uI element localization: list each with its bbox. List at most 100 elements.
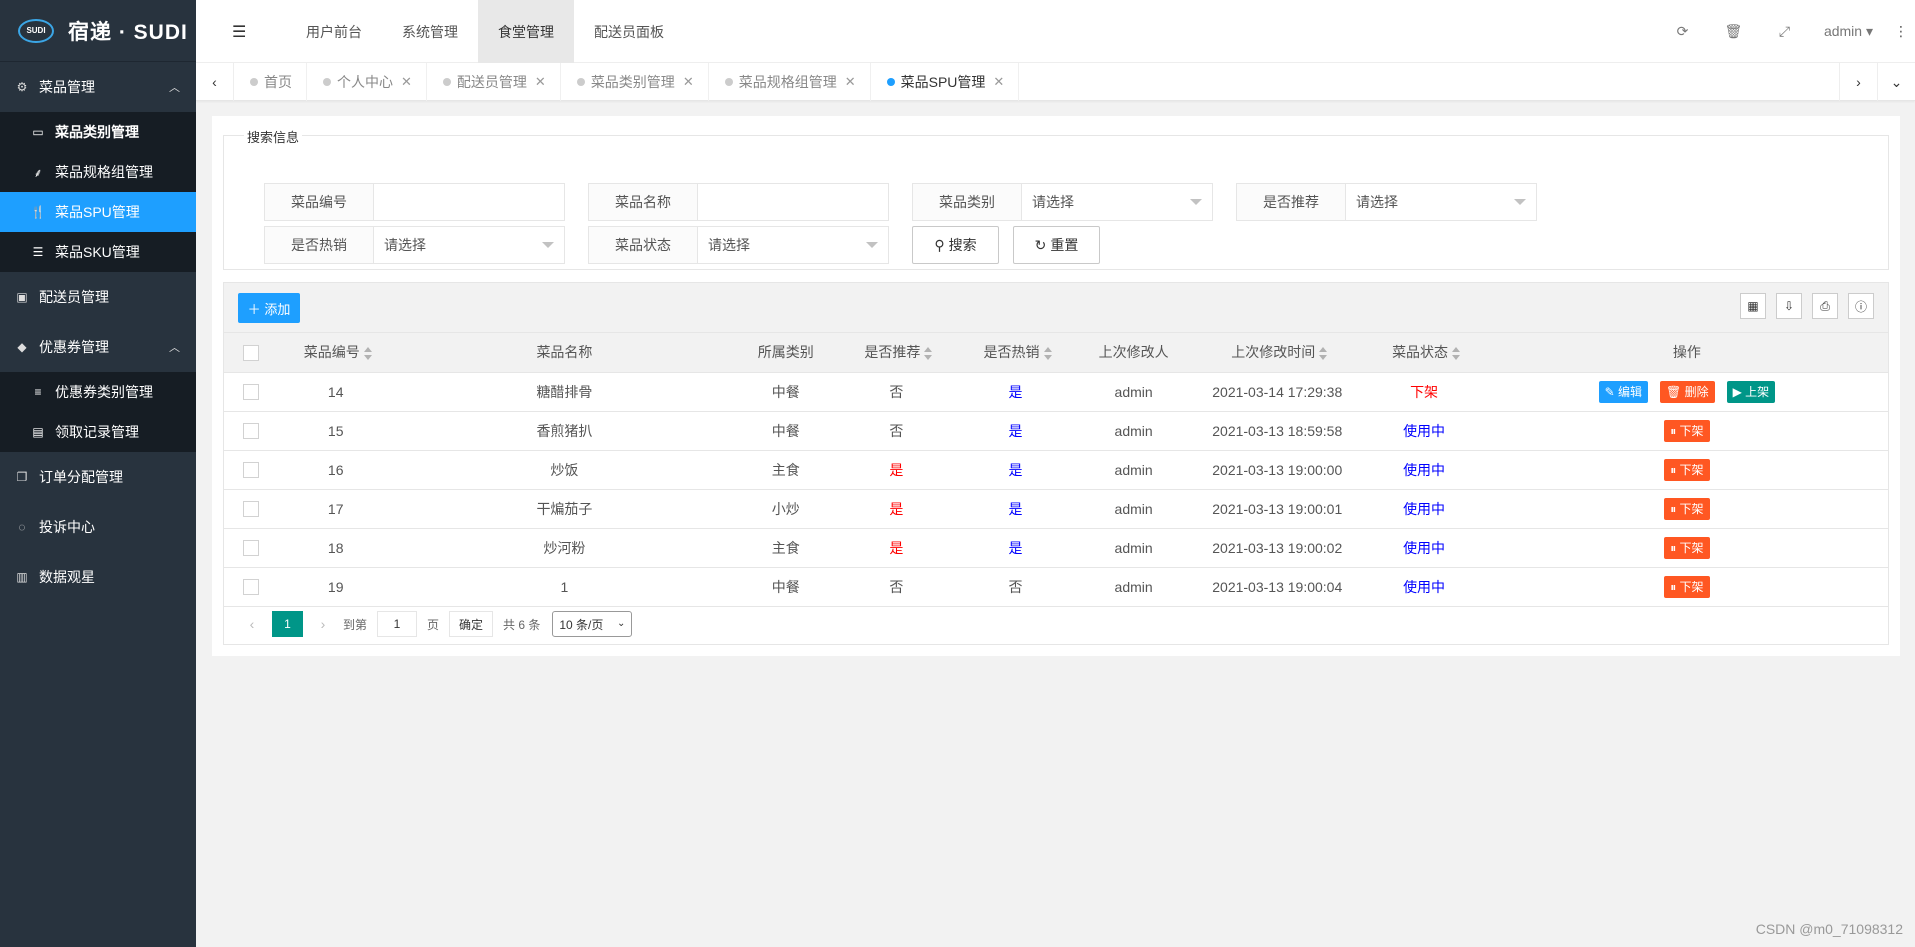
close-icon[interactable]: ✕ (683, 74, 694, 90)
user-menu[interactable]: admin ▾ (1810, 23, 1887, 40)
menu-order-allocation[interactable]: ❐ 订单分配管理 (0, 452, 196, 502)
menu-collapse-icon[interactable]: ☰ (232, 22, 246, 42)
row-checkbox[interactable] (242, 501, 259, 518)
tab-courier[interactable]: 配送员管理 ✕ (427, 63, 561, 101)
sidebar-item-dish-sku[interactable]: ☰ 菜品SKU管理 (0, 232, 196, 272)
row-checkbox[interactable] (242, 579, 259, 596)
header-code[interactable]: 菜品编号 (277, 333, 395, 373)
edit-button[interactable]: ✎ 编辑 (1598, 380, 1648, 403)
sidebar-item-label: 优惠券类别管理 (55, 384, 153, 400)
row-select[interactable] (224, 489, 278, 529)
tab-dot (323, 78, 331, 86)
columns-filter-icon[interactable]: ▦ (1740, 293, 1766, 319)
tab-label: 个人中心 (337, 74, 393, 90)
tab-dot (442, 78, 451, 86)
select-all-checkbox[interactable] (242, 344, 259, 361)
top-nav-courier-panel[interactable]: 配送员面板 (574, 0, 684, 63)
row-select[interactable] (224, 567, 278, 607)
cell-category: 主食 (734, 450, 837, 490)
row-select[interactable] (224, 450, 278, 490)
unpublish-button[interactable]: ⏸ 下架 (1664, 419, 1710, 442)
unpublish-button[interactable]: ⏸ 下架 (1664, 575, 1710, 598)
tab-dish-spec-group[interactable]: 菜品规格组管理 ✕ (709, 63, 871, 101)
close-icon[interactable]: ✕ (535, 74, 546, 90)
header-hot[interactable]: 是否热销 (955, 333, 1076, 373)
row-checkbox[interactable] (242, 423, 259, 440)
header-time[interactable]: 上次修改时间 (1192, 333, 1363, 373)
page-number-input[interactable]: 1 (377, 611, 418, 637)
row-select[interactable] (224, 372, 278, 412)
next-page-icon[interactable]: › (309, 616, 337, 632)
dish-category-select[interactable]: 请选择 (1022, 184, 1212, 220)
top-nav-system[interactable]: 系统管理 (382, 0, 478, 63)
sidebar-item-coupon-category[interactable]: ≡ 优惠券类别管理 (0, 372, 196, 412)
header-select-all[interactable] (224, 333, 278, 373)
sidebar-item-dish-category[interactable]: ▭ 菜品类别管理 (0, 112, 196, 152)
menu-courier-management[interactable]: ▣ 配送员管理 (0, 272, 196, 322)
page-current[interactable]: 1 (272, 611, 303, 637)
tab-profile[interactable]: 个人中心 ✕ (307, 63, 427, 101)
refresh-icon[interactable]: ⟳ (1657, 23, 1708, 40)
header-status[interactable]: 菜品状态 (1362, 333, 1486, 373)
page-size-select[interactable]: 10 条/页 ⌄ (552, 611, 633, 637)
hot-select[interactable]: 请选择 (374, 227, 564, 263)
sidebar-item-dish-spec-group[interactable]: ⸙ 菜品规格组管理 (0, 152, 196, 192)
logo[interactable]: SUDI 宿递 · SUDI (0, 0, 196, 62)
field-dish-name: 菜品名称 (588, 183, 889, 221)
sidebar-item-dish-spu[interactable]: 🍴 菜品SPU管理 (0, 192, 196, 232)
info-icon[interactable]: ⓘ (1848, 293, 1874, 319)
menu-complaint-center[interactable]: ◌ 投诉中心 (0, 502, 196, 552)
top-nav: 用户前台 系统管理 食堂管理 配送员面板 (286, 0, 684, 63)
print-icon[interactable]: ⎙ (1812, 293, 1838, 319)
sidebar-item-claim-records[interactable]: ▤ 领取记录管理 (0, 412, 196, 452)
row-checkbox[interactable] (242, 384, 259, 401)
search-icon: ⚲ (934, 236, 945, 253)
page-confirm-button[interactable]: 确定 (449, 611, 494, 637)
close-icon[interactable]: ✕ (401, 74, 412, 90)
dish-code-input[interactable] (374, 184, 564, 220)
tab-options-chevron-down-icon[interactable]: ⌄ (1877, 63, 1915, 101)
close-icon[interactable]: ✕ (993, 74, 1004, 90)
add-button[interactable]: ＋ 添加 (238, 293, 300, 323)
cell-recommend: 否 (836, 411, 956, 451)
fullscreen-icon[interactable]: ⤢ (1759, 23, 1810, 40)
unpublish-button[interactable]: ⏸ 下架 (1664, 458, 1710, 481)
tab-dish-spu[interactable]: 菜品SPU管理 ✕ (871, 63, 1020, 101)
page-size-value: 10 条/页 (559, 617, 604, 632)
unpublish-button[interactable]: ⏸ 下架 (1664, 536, 1710, 559)
header-recommend[interactable]: 是否推荐 (836, 333, 956, 373)
prev-page-icon[interactable]: ‹ (238, 616, 266, 632)
menu-data-stargazing[interactable]: ▥ 数据观星 (0, 552, 196, 602)
row-select[interactable] (224, 528, 278, 568)
reset-button[interactable]: ↻ 重置 (1013, 226, 1100, 264)
row-checkbox[interactable] (242, 462, 259, 479)
status-select[interactable]: 请选择 (698, 227, 888, 263)
recommend-select[interactable]: 请选择 (1346, 184, 1536, 220)
row-checkbox[interactable] (242, 540, 259, 557)
unpublish-button[interactable]: ⏸ 下架 (1664, 497, 1710, 520)
search-button[interactable]: ⚲ 搜索 (912, 226, 999, 264)
top-tools: ⟳ 🗑 ⤢ admin ▾ ⋮ (1657, 0, 1915, 63)
delete-button[interactable]: 🗑 删除 (1660, 380, 1715, 403)
trash-icon[interactable]: 🗑 (1708, 23, 1759, 40)
tab-home[interactable]: 首页 (234, 63, 307, 101)
cell-recommend: 是 (836, 528, 956, 568)
more-vertical-icon[interactable]: ⋮ (1887, 23, 1915, 40)
logo-title: 宿递 · SUDI (68, 20, 188, 44)
close-icon[interactable]: ✕ (845, 74, 856, 90)
top-nav-canteen[interactable]: 食堂管理 (478, 0, 574, 63)
publish-button[interactable]: ▶ 上架 (1726, 380, 1776, 403)
tab-dot (250, 78, 258, 86)
menu-coupon-management[interactable]: ◆ 优惠券管理 ︿ (0, 322, 196, 372)
dish-name-input[interactable] (698, 184, 888, 220)
tab-scroll-left-icon[interactable]: ‹ (196, 63, 234, 101)
cell-code: 15 (277, 411, 395, 451)
top-nav-user-frontend[interactable]: 用户前台 (286, 0, 382, 63)
field-label: 菜品状态 (589, 227, 698, 263)
export-icon[interactable]: ⇩ (1776, 293, 1802, 319)
tab-scroll-right-icon[interactable]: › (1839, 63, 1877, 101)
menu-dish-management[interactable]: ⚙ 菜品管理 ︿ (0, 62, 196, 112)
tab-dish-category[interactable]: 菜品类别管理 ✕ (561, 63, 709, 101)
cell-status: 使用中 (1362, 489, 1486, 529)
row-select[interactable] (224, 411, 278, 451)
